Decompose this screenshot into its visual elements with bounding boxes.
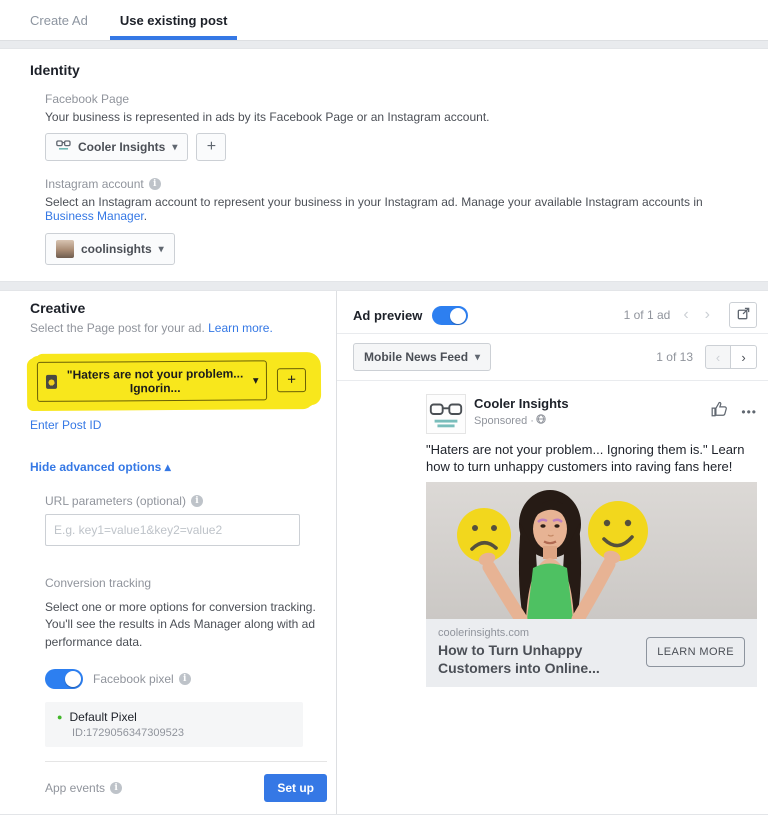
instagram-description-suffix: . (143, 209, 148, 223)
identity-section: Identity Facebook Page Your business is … (0, 48, 768, 282)
facebook-pixel-label: Facebook pixel i (93, 672, 191, 686)
frame-pager-text: 1 of 13 (656, 350, 693, 364)
ad-post-preview: Cooler Insights Sponsored · ••• "Haters … (426, 394, 757, 688)
post-image[interactable] (426, 481, 757, 619)
info-icon[interactable]: i (148, 178, 161, 190)
learn-more-button[interactable]: LEARN MORE (646, 636, 745, 667)
expand-icon (736, 306, 751, 324)
instagram-account-label: Instagram account i (45, 177, 738, 191)
post-page-name[interactable]: Cooler Insights (474, 396, 569, 411)
facebook-pixel-label-text: Facebook pixel (93, 672, 174, 687)
hide-advanced-options-text: Hide advanced options (30, 460, 165, 474)
globe-icon (536, 414, 546, 427)
page-avatar[interactable] (426, 394, 466, 434)
post-link-footer: coolerinsights.com How to Turn Unhappy C… (426, 618, 757, 688)
post-body-text: "Haters are not your problem... Ignoring… (426, 442, 745, 474)
ad-preview-panel: Ad preview 1 of 1 ad ‹ › Mobile News Fee… (337, 291, 768, 814)
hide-advanced-options-link[interactable]: Hide advanced options ▴ (30, 460, 171, 474)
ad-pager-text: 1 of 1 ad (623, 308, 671, 322)
instagram-account-selected: coolinsights (81, 242, 152, 256)
default-pixel-item[interactable]: ● Default Pixel ID:1729056347309523 (45, 702, 303, 748)
info-icon[interactable]: i (178, 673, 191, 686)
next-frame-button[interactable]: › (731, 345, 757, 369)
add-facebook-page-button[interactable]: + (196, 133, 227, 161)
creative-subtitle-text: Select the Page post for your ad. (30, 321, 209, 335)
post-select-highlight: "Haters are not your problem... Ignorin.… (29, 354, 317, 409)
sponsored-label: Sponsored · (474, 414, 534, 427)
creative-subtitle: Select the Page post for your ad. Learn … (30, 321, 316, 335)
enter-post-id-link[interactable]: Enter Post ID (30, 418, 101, 432)
pixel-id-text: ID:1729056347309523 (72, 727, 184, 740)
tab-bar: Create Ad Use existing post (0, 0, 768, 41)
expand-preview-button[interactable] (729, 302, 757, 328)
caret-down-icon: ▾ (172, 141, 178, 153)
post-headline: How to Turn Unhappy Customers into Onlin… (438, 641, 600, 676)
page-logo-icon (56, 140, 71, 154)
app-events-label-text: App events (45, 781, 106, 796)
facebook-page-dropdown[interactable]: Cooler Insights ▾ (45, 133, 189, 161)
set-up-button[interactable]: Set up (264, 774, 327, 803)
app-events-label: App events i (45, 781, 123, 796)
like-icon[interactable] (710, 400, 729, 423)
instagram-account-label-text: Instagram account (45, 177, 144, 191)
creative-section: Creative Select the Page post for your a… (0, 290, 768, 815)
placement-selected: Mobile News Feed (364, 350, 469, 364)
creative-title: Creative (30, 300, 86, 316)
identity-title: Identity (30, 62, 80, 78)
instagram-description: Select an Instagram account to represent… (45, 195, 738, 223)
caret-down-icon: ▾ (253, 374, 259, 386)
creative-panel: Creative Select the Page post for your a… (0, 291, 337, 815)
ad-preview-title: Ad preview (353, 307, 423, 323)
tab-use-existing-post[interactable]: Use existing post (104, 0, 244, 40)
pixel-name-text: Default Pixel (69, 710, 137, 725)
url-parameters-input[interactable] (45, 514, 300, 546)
url-parameters-label: URL parameters (optional) i (45, 494, 316, 508)
conversion-tracking-description: Select one or more options for conversio… (45, 600, 316, 649)
facebook-page-selected: Cooler Insights (78, 140, 166, 154)
caret-down-icon: ▾ (158, 243, 164, 255)
instagram-account-dropdown[interactable]: coolinsights ▾ (45, 233, 175, 265)
placement-dropdown[interactable]: Mobile News Feed ▾ (353, 343, 492, 371)
info-icon[interactable]: i (110, 782, 123, 795)
info-icon[interactable]: i (190, 495, 203, 507)
learn-more-link[interactable]: Learn more. (208, 321, 273, 335)
facebook-pixel-toggle[interactable] (45, 669, 83, 690)
create-new-post-button[interactable]: + (277, 368, 307, 393)
tab-create-ad[interactable]: Create Ad (14, 0, 104, 40)
ad-preview-toggle[interactable] (432, 305, 469, 325)
post-select-text: "Haters are not your problem... Ignorin.… (66, 366, 244, 396)
conversion-tracking-label: Conversion tracking (45, 576, 152, 590)
instagram-avatar (56, 240, 74, 258)
previous-frame-button[interactable]: ‹ (705, 345, 731, 369)
caret-down-icon: ▾ (475, 351, 481, 363)
previous-ad-button[interactable]: ‹ (680, 307, 691, 323)
post-select-dropdown[interactable]: "Haters are not your problem... Ignorin.… (36, 360, 268, 402)
more-options-icon[interactable]: ••• (741, 405, 757, 419)
business-manager-link[interactable]: Business Manager (45, 209, 144, 223)
url-parameters-label-text: URL parameters (optional) (45, 494, 186, 508)
caret-up-icon: ▴ (164, 460, 171, 474)
facebook-page-label: Facebook Page (45, 92, 130, 106)
next-ad-button[interactable]: › (702, 307, 713, 323)
facebook-page-description: Your business is represented in ads by i… (45, 110, 490, 124)
post-thumbnail-icon (45, 374, 58, 389)
pixel-status-dot: ● (57, 712, 63, 723)
instagram-description-text: Select an Instagram account to represent… (45, 195, 703, 209)
